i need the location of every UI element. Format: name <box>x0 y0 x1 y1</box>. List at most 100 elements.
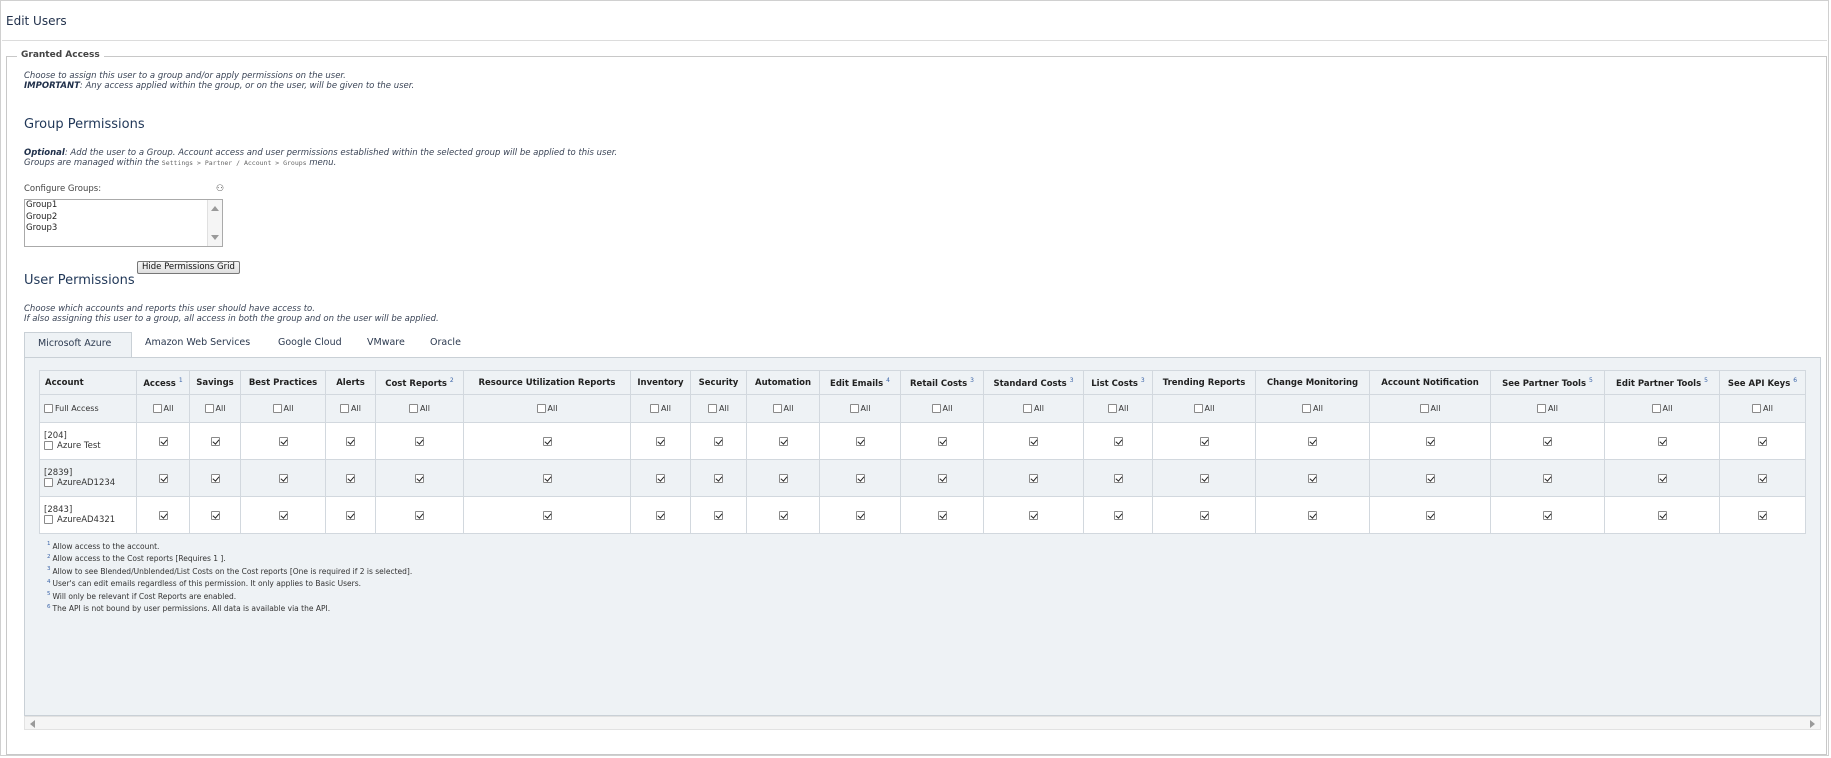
permission-checkbox[interactable] <box>278 510 288 520</box>
select-all-checkbox[interactable] <box>1302 404 1312 413</box>
binoculars-icon[interactable]: ⚇ <box>216 184 224 194</box>
permission-checkbox[interactable] <box>1425 436 1435 446</box>
select-all-checkbox[interactable] <box>1537 404 1547 413</box>
configure-groups-listbox[interactable]: Group1 Group2 Group3 <box>24 199 223 247</box>
permission-checkbox[interactable] <box>158 436 168 446</box>
select-all-checkbox[interactable] <box>409 404 419 413</box>
permission-checkbox[interactable] <box>1425 473 1435 483</box>
permission-checkbox[interactable] <box>855 436 865 446</box>
select-all-checkbox[interactable] <box>340 404 350 413</box>
select-all-checkbox[interactable] <box>152 404 162 413</box>
permission-checkbox[interactable] <box>210 436 220 446</box>
permission-checkbox[interactable] <box>1113 473 1123 483</box>
permission-checkbox[interactable] <box>278 436 288 446</box>
permission-checkbox[interactable] <box>656 473 665 483</box>
permission-checkbox[interactable] <box>1029 473 1038 483</box>
permission-checkbox[interactable] <box>1199 436 1209 446</box>
select-all-checkbox[interactable] <box>204 404 214 413</box>
permission-checkbox[interactable] <box>415 473 424 483</box>
permission-checkbox[interactable] <box>1758 510 1767 520</box>
tab-vmware[interactable]: VMware <box>354 332 418 357</box>
select-all-checkbox[interactable] <box>272 404 282 413</box>
permission-checkbox[interactable] <box>1029 510 1038 520</box>
horizontal-scrollbar[interactable] <box>24 716 1821 730</box>
select-all-checkbox[interactable] <box>1752 404 1762 413</box>
select-all-checkbox[interactable] <box>772 404 782 413</box>
scroll-left-icon[interactable] <box>30 720 35 728</box>
permission-checkbox[interactable] <box>1308 436 1317 446</box>
permission-checkbox[interactable] <box>158 510 168 520</box>
permission-checkbox[interactable] <box>855 510 865 520</box>
group-option[interactable]: Group1 <box>25 200 222 212</box>
column-header: Account Notification <box>1369 370 1491 395</box>
permission-checkbox[interactable] <box>1425 510 1435 520</box>
scroll-right-icon[interactable] <box>1810 720 1815 728</box>
user-permissions-heading: User Permissions <box>24 273 135 288</box>
select-all-checkbox[interactable] <box>1107 404 1117 413</box>
permission-checkbox[interactable] <box>778 436 788 446</box>
permission-checkbox[interactable] <box>1308 510 1317 520</box>
permission-checkbox[interactable] <box>346 473 355 483</box>
permission-checkbox[interactable] <box>1113 436 1123 446</box>
permission-checkbox[interactable] <box>1113 510 1123 520</box>
permission-checkbox[interactable] <box>1758 473 1767 483</box>
select-all-checkbox[interactable] <box>1419 404 1429 413</box>
permission-cell <box>746 422 820 460</box>
account-checkbox[interactable] <box>44 478 53 487</box>
scroll-up-icon[interactable] <box>211 206 219 211</box>
permission-checkbox[interactable] <box>1657 436 1667 446</box>
select-all-checkbox[interactable] <box>708 404 718 413</box>
permission-checkbox[interactable] <box>937 510 947 520</box>
select-all-checkbox[interactable] <box>1023 404 1033 413</box>
scroll-down-icon[interactable] <box>211 235 219 240</box>
tab-microsoft-azure[interactable]: Microsoft Azure <box>24 332 132 357</box>
select-all-checkbox[interactable] <box>536 404 546 413</box>
permission-checkbox[interactable] <box>210 510 220 520</box>
tab-oracle[interactable]: Oracle <box>417 332 474 357</box>
permission-checkbox[interactable] <box>1543 436 1552 446</box>
permission-checkbox[interactable] <box>346 436 355 446</box>
permission-checkbox[interactable] <box>1029 436 1038 446</box>
permission-checkbox[interactable] <box>1199 473 1209 483</box>
hide-permissions-grid-button[interactable]: Hide Permissions Grid <box>137 261 240 274</box>
permission-checkbox[interactable] <box>210 473 220 483</box>
permission-checkbox[interactable] <box>1199 510 1209 520</box>
permission-checkbox[interactable] <box>778 510 788 520</box>
permission-checkbox[interactable] <box>346 510 355 520</box>
permission-checkbox[interactable] <box>714 473 723 483</box>
permission-checkbox[interactable] <box>415 510 424 520</box>
select-all-checkbox[interactable] <box>931 404 941 413</box>
permission-checkbox[interactable] <box>937 436 947 446</box>
full-access-checkbox[interactable] <box>44 404 53 413</box>
permission-checkbox[interactable] <box>656 436 665 446</box>
permission-checkbox[interactable] <box>1543 510 1552 520</box>
permission-checkbox[interactable] <box>778 473 788 483</box>
listbox-scrollbar[interactable] <box>207 200 222 246</box>
tab-google-cloud[interactable]: Google Cloud <box>265 332 355 357</box>
tab-amazon-web-services[interactable]: Amazon Web Services <box>132 332 263 357</box>
group-option[interactable]: Group2 <box>25 212 222 224</box>
permission-checkbox[interactable] <box>855 473 865 483</box>
account-checkbox[interactable] <box>44 515 53 524</box>
select-all-checkbox[interactable] <box>849 404 859 413</box>
permission-checkbox[interactable] <box>542 473 552 483</box>
permission-checkbox[interactable] <box>415 436 424 446</box>
permission-checkbox[interactable] <box>937 473 947 483</box>
permission-checkbox[interactable] <box>278 473 288 483</box>
permission-checkbox[interactable] <box>542 436 552 446</box>
select-all-checkbox[interactable] <box>1193 404 1203 413</box>
permission-checkbox[interactable] <box>1308 473 1317 483</box>
select-all-checkbox[interactable] <box>1651 404 1661 413</box>
account-checkbox[interactable] <box>44 441 53 450</box>
select-all-checkbox[interactable] <box>650 404 660 413</box>
permission-checkbox[interactable] <box>1543 473 1552 483</box>
permission-checkbox[interactable] <box>1657 510 1667 520</box>
permission-checkbox[interactable] <box>1758 436 1767 446</box>
permission-checkbox[interactable] <box>542 510 552 520</box>
permission-checkbox[interactable] <box>1657 473 1667 483</box>
permission-checkbox[interactable] <box>714 436 723 446</box>
permission-checkbox[interactable] <box>714 510 723 520</box>
group-option[interactable]: Group3 <box>25 223 222 235</box>
permission-checkbox[interactable] <box>158 473 168 483</box>
permission-checkbox[interactable] <box>656 510 665 520</box>
